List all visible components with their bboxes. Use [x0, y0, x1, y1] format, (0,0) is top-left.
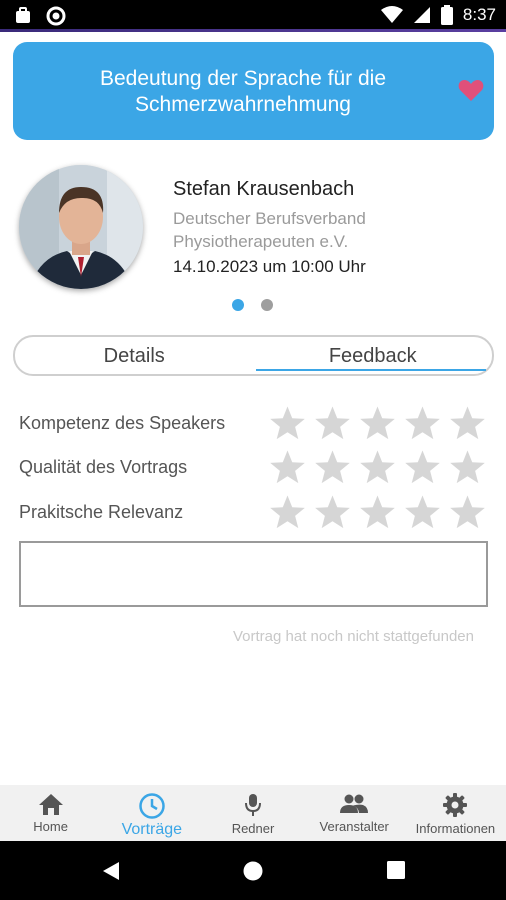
status-bar: 8:37: [0, 0, 506, 32]
signal-icon: [413, 7, 430, 23]
star-icon[interactable]: [404, 449, 441, 486]
star-rating: [269, 405, 486, 442]
star-icon[interactable]: [449, 449, 486, 486]
star-icon[interactable]: [314, 494, 351, 531]
battery-icon: [440, 5, 453, 25]
rating-label: Qualität des Vortrags: [19, 457, 188, 477]
talk-datetime: 14.10.2023 um 10:00 Uhr: [173, 257, 366, 276]
clock-icon: [139, 793, 165, 819]
nav-label: Informationen: [415, 821, 496, 836]
recents-icon[interactable]: [387, 861, 405, 879]
segmented-tabs: Details Feedback: [13, 335, 494, 376]
star-icon[interactable]: [359, 494, 396, 531]
accent-line: [0, 29, 506, 32]
speaker-avatar: [19, 165, 143, 289]
record-icon: [46, 6, 66, 26]
star-icon[interactable]: [404, 494, 441, 531]
nav-label: Veranstalter: [319, 819, 389, 834]
tab-feedback[interactable]: Feedback: [254, 337, 493, 374]
talk-title: Bedeutung der Sprache für die Schmerzwah…: [99, 67, 387, 116]
nav-label: Home: [33, 819, 68, 834]
star-rating: [269, 494, 486, 531]
system-navigation-bar: [0, 841, 506, 900]
home-circle-icon[interactable]: [243, 861, 263, 881]
star-icon[interactable]: [449, 405, 486, 442]
talk-title-card: Bedeutung der Sprache für die Schmerzwah…: [13, 42, 494, 140]
favorite-heart-icon[interactable]: [458, 78, 484, 102]
people-icon: [340, 794, 369, 813]
star-icon[interactable]: [359, 405, 396, 442]
rating-label: Prakitsche Relevanz: [19, 502, 184, 522]
star-icon[interactable]: [404, 405, 441, 442]
rating-row-competence: Kompetenz des Speakers: [19, 405, 489, 443]
wifi-icon: [380, 6, 403, 23]
talk-not-held-notice: Vortrag hat noch nicht stattgefunden: [232, 628, 474, 645]
star-icon[interactable]: [269, 405, 306, 442]
bottom-navigation: Home Vorträge Redner Veranstalter Inform…: [0, 785, 506, 841]
clock-time: 8:37: [462, 5, 496, 24]
briefcase-icon: [16, 7, 30, 23]
back-icon[interactable]: [101, 861, 121, 881]
star-icon[interactable]: [359, 449, 396, 486]
rating-row-quality: Qualität des Vortrags: [19, 449, 489, 487]
nav-home[interactable]: Home: [0, 785, 101, 841]
nav-label: Redner: [231, 821, 275, 836]
star-rating: [269, 449, 486, 486]
star-icon[interactable]: [314, 405, 351, 442]
microphone-icon: [245, 794, 261, 816]
feedback-comment-input[interactable]: [19, 541, 488, 607]
speaker-organization: Deutscher Berufsverband Physiotherapeute…: [173, 209, 366, 251]
tab-details[interactable]: Details: [15, 337, 254, 374]
page-dot-2[interactable]: [261, 299, 273, 311]
star-icon[interactable]: [449, 494, 486, 531]
nav-label: Vorträge: [121, 821, 183, 838]
star-icon[interactable]: [269, 449, 306, 486]
nav-information[interactable]: Informationen: [405, 785, 506, 841]
nav-organizers[interactable]: Veranstalter: [304, 785, 405, 841]
speaker-name: Stefan Krausenbach: [173, 178, 355, 200]
home-icon: [38, 794, 63, 815]
star-icon[interactable]: [314, 449, 351, 486]
page-dot-1[interactable]: [232, 299, 244, 311]
star-icon[interactable]: [269, 494, 306, 531]
nav-speakers[interactable]: Redner: [202, 785, 303, 841]
rating-row-relevance: Prakitsche Relevanz: [19, 494, 489, 532]
nav-talks[interactable]: Vorträge: [101, 785, 202, 841]
rating-label: Kompetenz des Speakers: [19, 413, 226, 433]
page-indicator: [232, 299, 273, 311]
gear-icon: [443, 793, 468, 817]
